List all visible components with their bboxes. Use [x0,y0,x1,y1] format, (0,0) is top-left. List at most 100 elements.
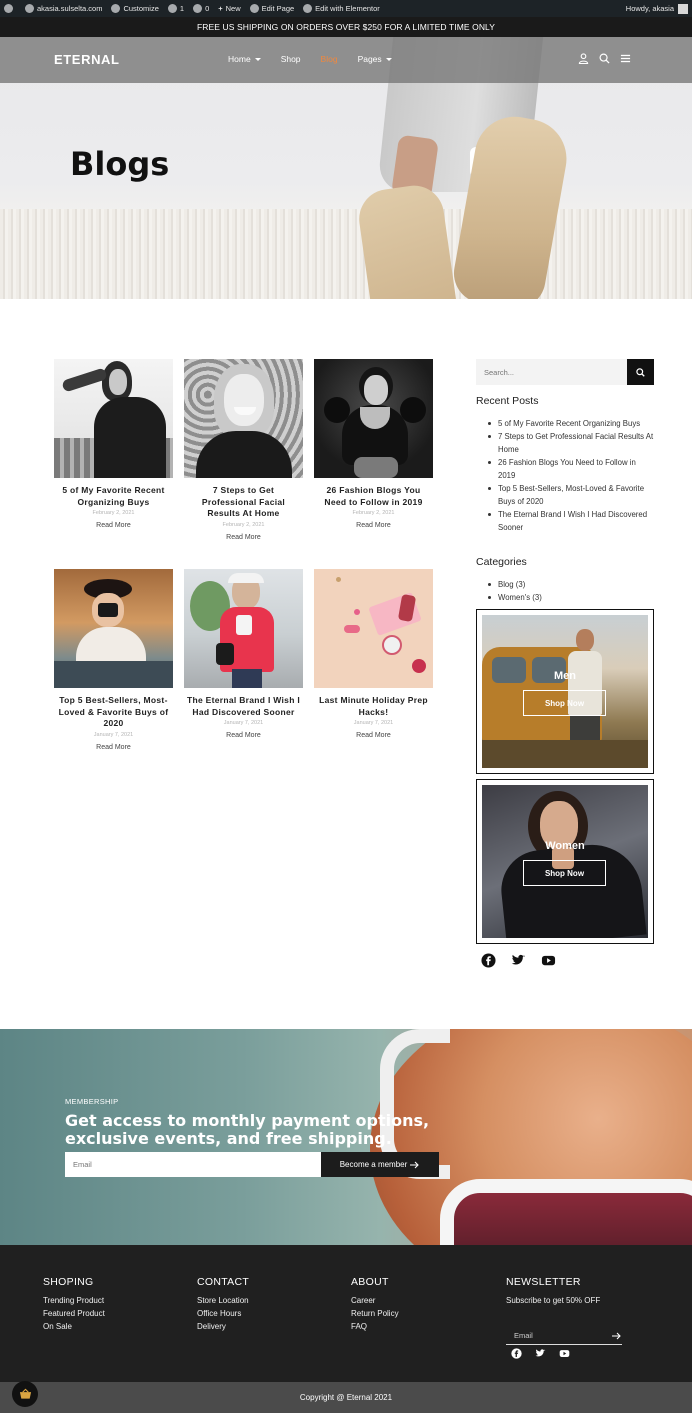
youtube-icon[interactable] [541,953,556,968]
post-thumbnail[interactable] [314,359,433,478]
menu-item-home[interactable]: Home [228,54,261,64]
site-footer: SHOPING Trending Product Featured Produc… [0,1245,692,1382]
search-icon[interactable] [599,53,610,64]
post-title[interactable]: 7 Steps to Get Professional Facial Resul… [184,485,303,520]
wordpress-logo-icon[interactable] [4,4,16,13]
pencil-icon [249,4,259,13]
blog-post-card[interactable]: Top 5 Best-Sellers, Most-Loved & Favorit… [54,569,173,751]
read-more-link[interactable]: Read More [314,732,433,739]
search-input[interactable] [476,359,627,385]
brush-icon [111,4,121,13]
search-button[interactable] [627,359,654,385]
menu-item-pages[interactable]: Pages [358,54,392,64]
post-thumbnail[interactable] [184,359,303,478]
newsletter-email-input[interactable]: Email [506,1327,622,1345]
refresh-icon [167,4,177,13]
footer-link[interactable]: Delivery [197,1320,249,1333]
admin-account[interactable]: Howdy, akasia [626,3,688,14]
recent-post-link[interactable]: The Eternal Brand I Wish I Had Discovere… [488,508,654,534]
recent-posts-title: Recent Posts [476,395,539,407]
read-more-link[interactable]: Read More [54,744,173,751]
search-icon [636,367,645,377]
promo-banner: FREE US SHIPPING ON ORDERS OVER $250 FOR… [0,17,692,37]
menu-item-blog[interactable]: Blog [321,54,338,64]
footer-column-title: CONTACT [197,1276,250,1288]
post-title[interactable]: The Eternal Brand I Wish I Had Discovere… [184,695,303,718]
footer-link[interactable]: Featured Product [43,1307,105,1320]
hamburger-menu-icon[interactable] [620,53,631,64]
menu-item-shop[interactable]: Shop [281,54,301,64]
admin-comments-link[interactable]: 0 [193,4,209,13]
promo-image-men: Men Shop Now [482,615,648,768]
post-date: January 7, 2021 [223,720,264,726]
promo-label-men: Men [554,670,576,682]
youtube-icon[interactable] [559,1348,570,1359]
footer-link[interactable]: Office Hours [197,1307,249,1320]
post-title[interactable]: 26 Fashion Blogs You Need to Follow in 2… [314,485,433,508]
footer-link[interactable]: Store Location [197,1294,249,1307]
admin-site-link[interactable]: akasia.sulselta.com [25,4,102,13]
footer-link[interactable]: Trending Product [43,1294,105,1307]
arrow-right-icon [410,1161,420,1168]
floating-cart-button[interactable] [12,1381,38,1407]
user-icon[interactable] [578,53,589,64]
footer-link[interactable]: Career [351,1294,399,1307]
shop-now-button-men[interactable]: Shop Now [523,690,606,716]
admin-new-link[interactable]: + New [218,4,240,13]
facebook-icon[interactable] [511,1348,522,1359]
footer-newsletter: NEWSLETTER Subscribe to get 50% OFF [506,1276,600,1307]
post-thumbnail[interactable] [314,569,433,688]
footer-link[interactable]: FAQ [351,1320,399,1333]
blog-post-card[interactable]: The Eternal Brand I Wish I Had Discovere… [184,569,303,739]
shop-now-button-women[interactable]: Shop Now [523,860,606,886]
twitter-icon[interactable] [511,953,526,968]
post-date: February 2, 2021 [352,510,395,516]
admin-updates-link[interactable]: 1 [167,4,184,13]
blog-post-card[interactable]: 26 Fashion Blogs You Need to Follow in 2… [314,359,433,529]
post-thumbnail[interactable] [54,569,173,688]
admin-edit-page-link[interactable]: Edit Page [249,4,294,13]
post-title[interactable]: Top 5 Best-Sellers, Most-Loved & Favorit… [54,695,173,730]
footer-column-shoping: SHOPING Trending Product Featured Produc… [43,1276,105,1333]
read-more-link[interactable]: Read More [54,522,173,529]
blog-post-card[interactable]: 5 of My Favorite Recent Organizing Buys … [54,359,173,529]
read-more-link[interactable]: Read More [184,732,303,739]
recent-post-link[interactable]: 5 of My Favorite Recent Organizing Buys [488,417,654,430]
site-header: ETERNAL Home Shop Blog Pages [0,37,692,83]
post-title[interactable]: 5 of My Favorite Recent Organizing Buys [54,485,173,508]
site-logo[interactable]: ETERNAL [54,52,120,67]
read-more-link[interactable]: Read More [184,534,303,541]
categories-title: Categories [476,556,527,568]
plus-icon: + [218,4,223,13]
read-more-link[interactable]: Read More [314,522,433,529]
post-thumbnail[interactable] [54,359,173,478]
promo-card-men[interactable]: Men Shop Now [476,609,654,774]
post-date: January 7, 2021 [93,731,134,738]
admin-bar: akasia.sulselta.com Customize 1 0 + New E… [0,0,692,17]
copyright-bar: Copyright @ Eternal 2021 [0,1382,692,1413]
admin-customize-link[interactable]: Customize [111,4,159,13]
admin-elementor-link[interactable]: Edit with Elementor [303,4,380,13]
footer-link[interactable]: Return Policy [351,1307,399,1320]
facebook-icon[interactable] [481,953,496,968]
recent-post-link[interactable]: 7 Steps to Get Professional Facial Resul… [488,430,654,456]
twitter-icon[interactable] [535,1348,546,1359]
footer-link[interactable]: On Sale [43,1320,105,1333]
blog-post-card[interactable]: Last Minute Holiday Prep Hacks! January … [314,569,433,739]
post-date: January 7, 2021 [353,720,394,726]
post-title[interactable]: Last Minute Holiday Prep Hacks! [314,695,433,718]
arrow-right-icon[interactable] [612,1332,622,1340]
become-member-button[interactable]: Become a member [321,1152,439,1177]
post-thumbnail[interactable] [184,569,303,688]
main-menu: Home Shop Blog Pages [228,54,412,64]
membership-email-input[interactable] [65,1152,321,1177]
promo-card-women[interactable]: Women Shop Now [476,779,654,944]
blog-post-card[interactable]: 7 Steps to Get Professional Facial Resul… [184,359,303,541]
hero-carpet [0,209,692,299]
recent-post-link[interactable]: Top 5 Best-Sellers, Most-Loved & Favorit… [488,482,654,508]
elementor-icon [303,4,313,13]
recent-post-link[interactable]: 26 Fashion Blogs You Need to Follow in 2… [488,456,654,482]
category-link[interactable]: Blog (3) [488,578,648,591]
chevron-down-icon [385,57,392,61]
category-link[interactable]: Women's (3) [488,591,648,604]
